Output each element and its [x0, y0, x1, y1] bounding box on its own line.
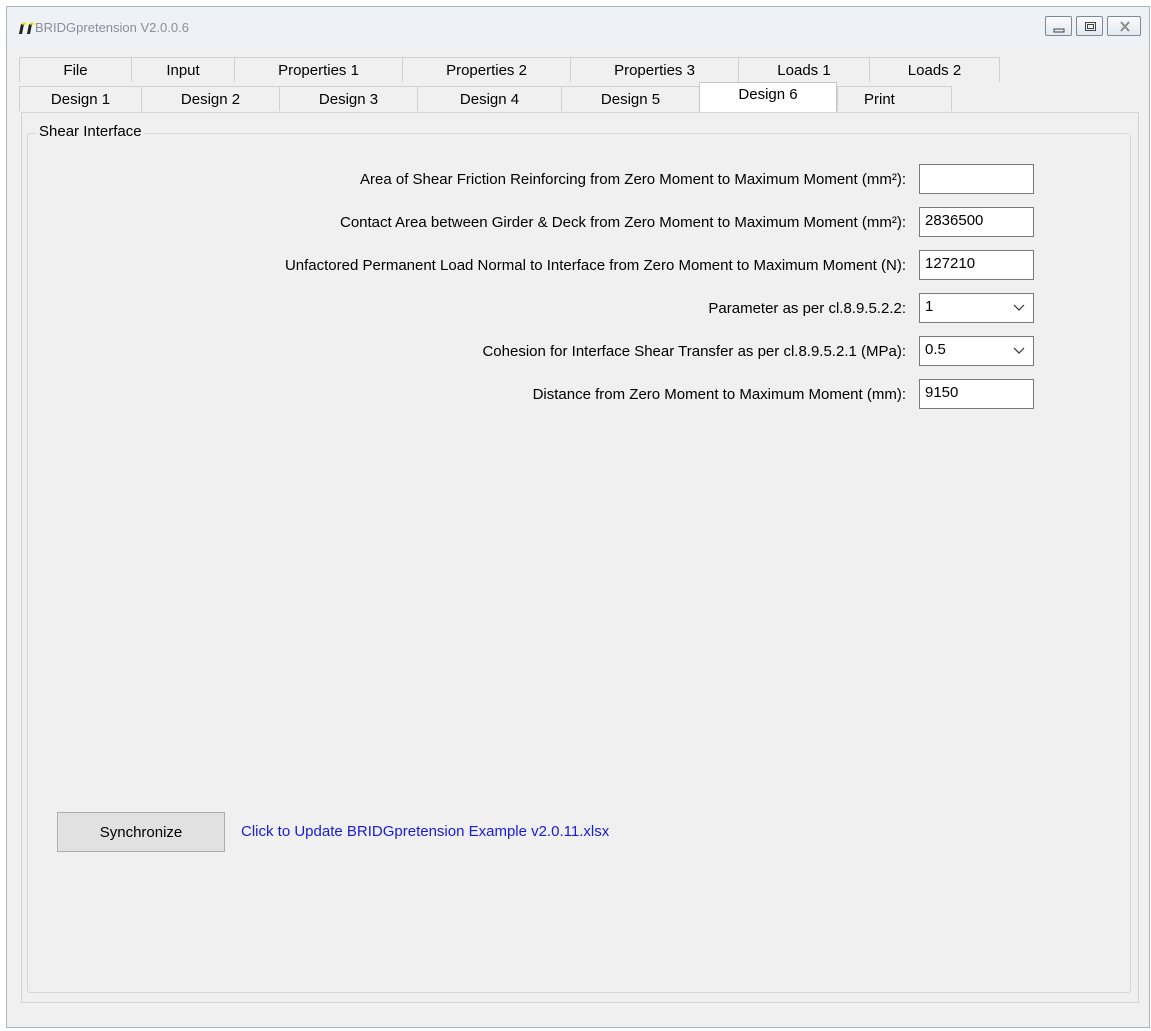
app-window: BRIDGpretension V2.0.0.6 File Input Prop…	[6, 6, 1150, 1028]
field-label: Area of Shear Friction Reinforcing from …	[360, 171, 906, 188]
tab-label: Design 5	[600, 90, 661, 108]
tab-label: Design 4	[459, 90, 520, 108]
field-label: Contact Area between Girder & Deck from …	[340, 214, 906, 231]
synchronize-button-label: Synchronize	[99, 823, 183, 841]
tab-page-design-6: Shear Interface Area of Shear Friction R…	[21, 112, 1139, 1003]
tab-label: Input	[166, 61, 200, 79]
synchronize-button[interactable]: Synchronize	[57, 812, 225, 852]
tab-label: Properties 1	[278, 61, 359, 79]
contact-area-input[interactable]: 2836500	[919, 207, 1034, 237]
tab-print[interactable]: Print	[837, 86, 952, 111]
tab-label: Design 6	[738, 86, 798, 103]
tab-properties-3[interactable]: Properties 3	[570, 57, 738, 82]
tab-label: Print	[864, 90, 895, 108]
close-button[interactable]	[1107, 16, 1141, 36]
cohesion-dropdown[interactable]: 0.5	[919, 336, 1034, 366]
shear-friction-area-input[interactable]	[919, 164, 1034, 194]
group-title: Shear Interface	[36, 123, 145, 140]
chevron-down-icon	[1013, 347, 1025, 354]
field-label: Cohesion for Interface Shear Transfer as…	[482, 343, 906, 360]
field-label: Distance from Zero Moment to Maximum Mom…	[532, 386, 906, 403]
distance-input[interactable]: 9150	[919, 379, 1034, 409]
dropdown-value: 0.5	[925, 341, 946, 358]
tab-input[interactable]: Input	[131, 57, 234, 82]
shear-interface-group: Shear Interface Area of Shear Friction R…	[27, 123, 1131, 993]
tab-label: File	[63, 61, 88, 79]
dropdown-value: 1	[925, 298, 934, 315]
tab-label: Properties 3	[614, 61, 695, 79]
tab-design-5[interactable]: Design 5	[561, 86, 699, 111]
tab-label: Design 1	[50, 90, 111, 108]
update-example-link[interactable]: Click to Update BRIDGpretension Example …	[241, 823, 609, 840]
restore-icon	[1085, 22, 1096, 31]
permanent-load-input[interactable]: 127210	[919, 250, 1034, 280]
field-label: Unfactored Permanent Load Normal to Inte…	[284, 257, 906, 274]
tab-label: Design 3	[318, 90, 379, 108]
window-controls	[1045, 16, 1141, 36]
restore-button[interactable]	[1076, 16, 1103, 36]
tab-label: Loads 2	[907, 61, 962, 79]
tab-label: Properties 2	[446, 61, 527, 79]
title-bar: BRIDGpretension V2.0.0.6	[7, 7, 1149, 47]
window-title: BRIDGpretension V2.0.0.6	[35, 20, 189, 35]
tab-design-4[interactable]: Design 4	[417, 86, 561, 111]
tab-loads-2[interactable]: Loads 2	[869, 57, 1000, 82]
parameter-dropdown[interactable]: 1	[919, 293, 1034, 323]
minimize-button[interactable]	[1045, 16, 1072, 36]
field-label: Parameter as per cl.8.9.5.2.2:	[708, 300, 906, 317]
tab-row-2: Design 1 Design 2 Design 3 Design 4 Desi…	[19, 82, 952, 112]
close-icon	[1120, 21, 1130, 32]
minimize-icon	[1053, 28, 1065, 33]
tab-file[interactable]: File	[19, 57, 131, 82]
tab-design-2[interactable]: Design 2	[141, 86, 279, 111]
tab-properties-2[interactable]: Properties 2	[402, 57, 570, 82]
chevron-down-icon	[1013, 304, 1025, 311]
tab-loads-1[interactable]: Loads 1	[738, 57, 869, 82]
tab-properties-1[interactable]: Properties 1	[234, 57, 402, 82]
tab-design-3[interactable]: Design 3	[279, 86, 417, 111]
tab-label: Design 2	[180, 90, 241, 108]
tab-row-1: File Input Properties 1 Properties 2 Pro…	[19, 57, 1000, 82]
tab-design-6[interactable]: Design 6	[699, 82, 837, 112]
tab-design-1[interactable]: Design 1	[19, 86, 141, 111]
tab-label: Loads 1	[777, 61, 831, 79]
